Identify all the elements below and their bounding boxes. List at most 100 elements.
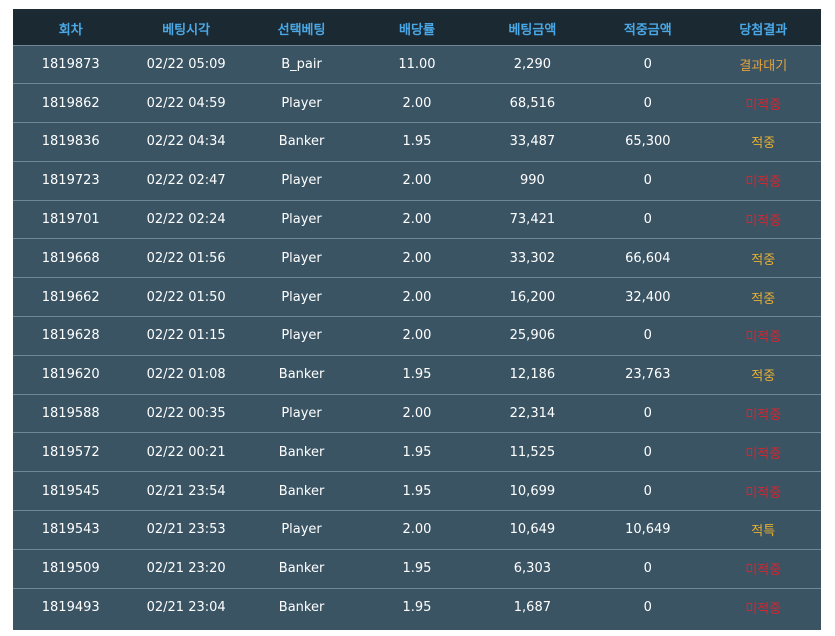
cell-odds: 2.00 [402, 289, 432, 305]
cell-result: 미적중 [745, 446, 782, 462]
cell-time: 02/21 23:54 [146, 483, 226, 499]
table-row: 1819862 02/22 04:59 Player 2.00 68,516 0 미적중 [13, 83, 821, 123]
table-body: 1819873 02/22 05:09 B_pair 11.00 2,290 0 결과대기 1… [13, 45, 821, 627]
cell-result: 미적중 [745, 97, 782, 113]
cell-win-amount: 66,604 [625, 250, 671, 266]
cell-round: 1819873 [41, 56, 100, 72]
cell-result: 미적중 [745, 485, 782, 501]
table-row: 1819509 02/21 23:20 Banker 1.95 6,303 0 미적중 [13, 549, 821, 588]
cell-time: 02/22 04:59 [146, 95, 226, 111]
cell-bet-amount: 10,649 [509, 522, 556, 538]
cell-odds: 2.00 [402, 406, 432, 422]
cell-time: 02/22 01:56 [146, 250, 226, 266]
cell-pick: Player [281, 173, 322, 189]
column-header-round: 회차 [58, 22, 83, 38]
cell-pick: Player [281, 212, 322, 228]
cell-pick: Player [281, 250, 322, 266]
cell-time: 02/22 00:35 [146, 406, 226, 422]
cell-round: 1819862 [41, 95, 100, 111]
table-row: 1819662 02/22 01:50 Player 2.00 16,200 32,400… [13, 277, 821, 317]
table-row: 1819620 02/22 01:08 Banker 1.95 12,186 23,763… [13, 355, 821, 394]
cell-time: 02/22 01:08 [146, 367, 226, 383]
cell-odds: 1.95 [402, 561, 432, 577]
cell-round: 1819545 [41, 483, 100, 499]
cell-result: 미적중 [745, 602, 782, 618]
cell-round: 1819836 [41, 134, 100, 150]
cell-odds: 1.95 [402, 600, 432, 616]
cell-bet-amount: 73,421 [509, 212, 556, 228]
cell-time: 02/22 02:24 [146, 212, 226, 228]
cell-time: 02/22 00:21 [146, 444, 226, 460]
column-header-win-amount: 적중금액 [623, 22, 672, 38]
cell-odds: 2.00 [402, 212, 432, 228]
table-row: 1819572 02/22 00:21 Banker 1.95 11,525 0 미적중 [13, 432, 821, 472]
cell-bet-amount: 22,314 [509, 406, 556, 422]
cell-time: 02/21 23:04 [146, 600, 226, 616]
header-row: 회차 베팅시각 선택베팅 배당률 베팅금액 적중금액 당첨결과 [13, 12, 821, 45]
cell-win-amount: 0 [643, 600, 652, 616]
cell-result: 적중 [751, 252, 776, 268]
cell-pick: Banker [278, 444, 325, 460]
cell-pick: Player [281, 406, 322, 422]
cell-round: 1819662 [41, 289, 100, 305]
cell-result: 미적중 [745, 563, 782, 579]
cell-win-amount: 0 [643, 483, 652, 499]
cell-win-amount: 32,400 [625, 289, 671, 305]
cell-odds: 2.00 [402, 95, 432, 111]
cell-bet-amount: 68,516 [509, 95, 556, 111]
cell-time: 02/21 23:53 [146, 522, 226, 538]
cell-bet-amount: 33,302 [509, 250, 556, 266]
cell-bet-amount: 12,186 [509, 367, 556, 383]
table-row: 1819723 02/22 02:47 Player 2.00 990 0 미적중 [13, 161, 821, 200]
cell-pick: Player [281, 328, 322, 344]
cell-round: 1819493 [41, 600, 100, 616]
cell-round: 1819509 [41, 561, 100, 577]
column-header-bet-amount: 베팅금액 [508, 22, 557, 38]
cell-win-amount: 0 [643, 328, 652, 344]
cell-time: 02/22 01:15 [146, 328, 226, 344]
cell-odds: 1.95 [402, 444, 432, 460]
cell-pick: Player [281, 95, 322, 111]
table-row: 1819668 02/22 01:56 Player 2.00 33,302 66,604… [13, 238, 821, 278]
cell-time: 02/21 23:20 [146, 561, 226, 577]
column-header-result: 당첨결과 [739, 22, 788, 38]
table-row: 1819701 02/22 02:24 Player 2.00 73,421 0 미적중 [13, 200, 821, 239]
table-row: 1819545 02/21 23:54 Banker 1.95 10,699 0 미적중 [13, 471, 821, 511]
cell-bet-amount: 25,906 [509, 328, 556, 344]
cell-win-amount: 10,649 [625, 522, 671, 538]
column-header-pick: 선택베팅 [277, 22, 326, 38]
cell-odds: 1.95 [402, 367, 432, 383]
table-row: 1819873 02/22 05:09 B_pair 11.00 2,290 0 결과대기 [13, 45, 821, 84]
column-header-time: 베팅시각 [162, 22, 211, 38]
cell-round: 1819723 [41, 173, 100, 189]
cell-odds: 1.95 [402, 483, 432, 499]
cell-pick: B_pair [281, 56, 322, 72]
cell-odds: 2.00 [402, 250, 432, 266]
cell-bet-amount: 10,699 [509, 483, 556, 499]
cell-pick: Player [281, 289, 322, 305]
cell-pick: Banker [278, 134, 325, 150]
cell-odds: 11.00 [398, 56, 436, 72]
cell-result: 적중 [751, 291, 776, 307]
bet-history-panel: 회차 베팅시각 선택베팅 배당률 베팅금액 적중금액 당첨결과 1819873 0… [13, 9, 821, 630]
cell-odds: 2.00 [402, 173, 432, 189]
table-header: 회차 베팅시각 선택베팅 배당률 베팅금액 적중금액 당첨결과 [13, 12, 821, 45]
table-row: 1819588 02/22 00:35 Player 2.00 22,314 0 미적중 [13, 394, 821, 433]
cell-win-amount: 23,763 [625, 367, 671, 383]
cell-round: 1819620 [41, 367, 100, 383]
cell-result: 미적중 [745, 408, 782, 424]
cell-pick: Banker [278, 561, 325, 577]
cell-result: 적중 [751, 136, 776, 152]
cell-round: 1819628 [41, 328, 100, 344]
cell-odds: 1.95 [402, 134, 432, 150]
cell-pick: Banker [278, 483, 325, 499]
cell-pick: Banker [278, 600, 325, 616]
cell-round: 1819701 [41, 212, 100, 228]
table-row: 1819836 02/22 04:34 Banker 1.95 33,487 65,300… [13, 122, 821, 162]
cell-result: 미적중 [745, 330, 782, 346]
cell-time: 02/22 01:50 [146, 289, 226, 305]
cell-result: 미적중 [745, 175, 782, 191]
bet-history-table: 회차 베팅시각 선택베팅 배당률 베팅금액 적중금액 당첨결과 1819873 0… [13, 12, 821, 627]
table-row: 1819628 02/22 01:15 Player 2.00 25,906 0 미적중 [13, 316, 821, 356]
cell-round: 1819543 [41, 522, 100, 538]
